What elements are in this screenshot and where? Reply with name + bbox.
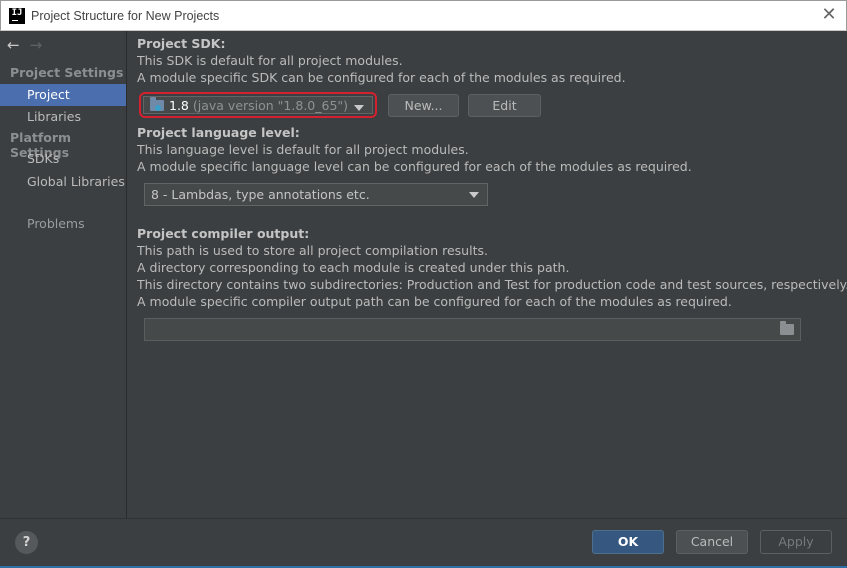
language-level-dropdown[interactable]: 8 - Lambdas, type annotations etc. <box>144 183 488 206</box>
sdk-dropdown-highlight: 1.8 (java version "1.8.0_65") <box>139 92 377 118</box>
sidebar-item-project[interactable]: Project <box>0 84 126 106</box>
forward-arrow-icon[interactable]: → <box>30 35 43 55</box>
close-icon[interactable]: ✕ <box>821 6 837 24</box>
sidebar-item-global-libraries[interactable]: Global Libraries <box>0 171 126 193</box>
sidebar-item-sdks[interactable]: SDKs <box>0 148 126 170</box>
cancel-button[interactable]: Cancel <box>676 530 748 554</box>
sidebar-item-problems[interactable]: Problems <box>0 213 126 235</box>
intellij-app-icon: IJ <box>9 7 25 24</box>
sidebar: ← → Project Settings Project Libraries P… <box>0 31 127 518</box>
chevron-down-icon <box>354 105 364 111</box>
new-sdk-button[interactable]: New... <box>388 94 459 117</box>
language-level-value: 8 - Lambdas, type annotations etc. <box>151 187 370 202</box>
language-heading: Project language level: <box>137 125 300 140</box>
language-description-1: This language level is default for all p… <box>137 142 469 157</box>
project-settings-panel: Project SDK: This SDK is default for all… <box>127 31 847 518</box>
ok-button[interactable]: OK <box>592 530 664 554</box>
back-arrow-icon[interactable]: ← <box>7 35 20 55</box>
help-button[interactable]: ? <box>15 531 38 554</box>
sidebar-item-libraries[interactable]: Libraries <box>0 106 126 128</box>
dialog-footer: ? OK Cancel Apply <box>0 518 847 568</box>
sdk-dropdown[interactable]: 1.8 (java version "1.8.0_65") <box>143 96 373 114</box>
sdk-version-detail: (java version "1.8.0_65") <box>192 97 349 113</box>
jdk-folder-icon <box>150 96 164 111</box>
sdk-description-1: This SDK is default for all project modu… <box>137 53 403 68</box>
sdk-heading: Project SDK: <box>137 36 226 51</box>
window-title: Project Structure for New Projects <box>31 8 220 23</box>
folder-browse-icon[interactable] <box>780 321 794 335</box>
sdk-description-2: A module specific SDK can be configured … <box>137 70 626 85</box>
compiler-description-2: A directory corresponding to each module… <box>137 260 570 275</box>
nav-arrows: ← → <box>7 35 42 55</box>
compiler-heading: Project compiler output: <box>137 226 310 241</box>
compiler-description-3: This directory contains two subdirectori… <box>137 277 847 292</box>
language-description-2: A module specific language level can be … <box>137 159 692 174</box>
compiler-description-4: A module specific compiler output path c… <box>137 294 732 309</box>
edit-sdk-button[interactable]: Edit <box>468 94 541 117</box>
sdk-version: 1.8 <box>169 97 189 113</box>
section-project-settings: Project Settings <box>10 65 124 80</box>
chevron-down-icon <box>469 192 479 198</box>
apply-button[interactable]: Apply <box>760 530 832 554</box>
compiler-output-path-input[interactable] <box>144 318 801 341</box>
title-bar: IJ Project Structure for New Projects ✕ <box>0 0 847 31</box>
compiler-description-1: This path is used to store all project c… <box>137 243 488 258</box>
